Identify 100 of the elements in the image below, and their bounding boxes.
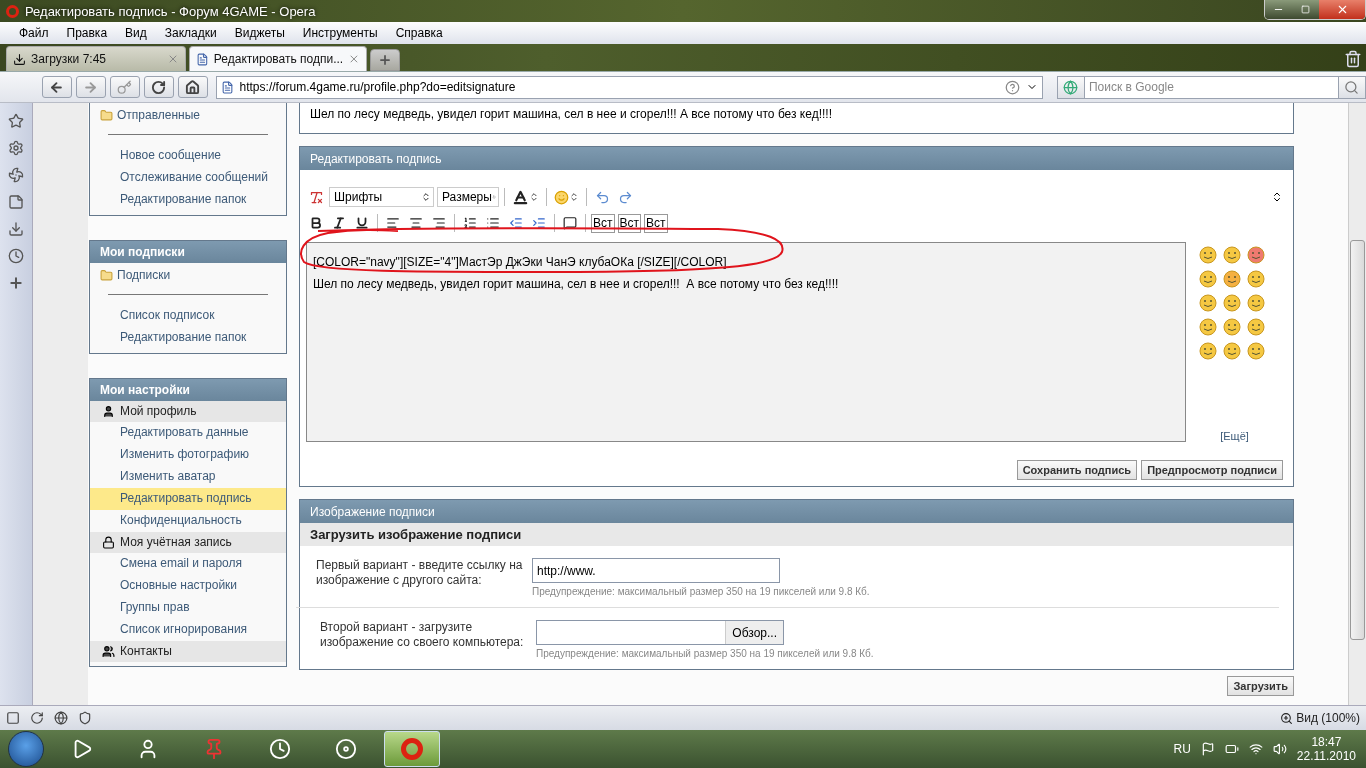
smiley-icon[interactable] [1246,246,1265,264]
smiley-icon[interactable] [1246,318,1265,336]
new-tab-button[interactable] [370,49,400,71]
updown-icon [529,192,539,202]
smiley-icon[interactable] [1222,270,1241,288]
maximize-icon [1301,5,1310,14]
bookmark-icon[interactable] [8,113,24,129]
globe-icon[interactable] [54,711,68,725]
smiley-icon[interactable] [1198,270,1217,288]
fan-icon[interactable] [8,167,24,183]
browser-tab[interactable]: Редактировать подпи... [189,46,367,71]
sidebar-link[interactable]: Список игнорирования [90,619,286,641]
smiley-icon[interactable] [1198,318,1217,336]
sidebar-link[interactable]: Редактирование папок [90,327,286,349]
help-icon[interactable] [1004,79,1020,95]
smiley-icon[interactable] [1222,318,1241,336]
sidebar-link[interactable]: Редактировать подпись [90,488,286,510]
size-select[interactable]: Размеры [437,187,499,207]
reload-button[interactable] [143,76,174,98]
browser-tab[interactable]: Загрузки 7:45 [6,46,186,71]
form-button[interactable]: Сохранить подпись [1016,460,1138,480]
page-icon [196,52,209,66]
smiley-icon[interactable] [1246,342,1265,360]
sidebar-link[interactable]: Смена email и пароля [90,553,286,575]
sidebar-link[interactable]: Основные настройки [90,575,286,597]
folder-link[interactable]: Отправленные [117,108,200,122]
folder-link[interactable]: Подписки [117,268,171,282]
maximize-button[interactable] [1292,0,1319,19]
smiley-icon[interactable] [1222,246,1241,264]
zoom-control[interactable]: Вид (100%) [1280,711,1360,725]
shield-icon[interactable] [78,711,92,725]
address-field[interactable]: https://forum.4game.ru/profile.php?do=editsignature [215,75,1043,99]
start-button[interactable] [8,731,44,767]
menu-item[interactable]: Вид [116,26,156,40]
upload-button[interactable]: Загрузить [1227,676,1294,696]
back-icon [49,79,65,95]
battery-icon[interactable] [1224,742,1239,756]
smiley-icon[interactable] [1198,294,1217,312]
resize-icon[interactable] [1271,191,1283,203]
indent-icon [532,216,546,230]
close-button[interactable] [1319,0,1365,19]
home-button[interactable] [177,76,208,98]
smiley-icon[interactable] [1246,270,1265,288]
sidebar-link[interactable]: Список подписок [90,305,286,327]
add-icon[interactable] [8,275,24,291]
back-button[interactable] [42,76,72,98]
search-button[interactable] [1338,75,1366,99]
sidebar-link[interactable]: Изменить фотографию [90,444,286,466]
minimize-button[interactable] [1265,0,1292,19]
align-left-icon [386,216,400,230]
window-title: Редактировать подпись - Форум 4GAME - Opera [25,3,317,19]
sidebar-link[interactable]: Конфиденциальность [90,510,286,532]
smiley-icon[interactable] [1198,342,1217,360]
volume-icon[interactable] [1272,742,1287,756]
sidebar-link[interactable]: Группы прав [90,597,286,619]
search-engine-button[interactable] [1056,75,1085,99]
sidebar-link[interactable]: Редактировать данные [90,422,286,444]
file-input[interactable]: Обзор... [536,620,784,645]
smiley-icon[interactable] [1222,294,1241,312]
font-select[interactable]: Шрифты [329,187,434,207]
sidebar-link[interactable]: Редактирование папок [90,189,286,211]
sidebar-link[interactable]: Новое сообщение [90,145,286,167]
language-indicator[interactable]: RU [1173,742,1191,756]
menu-item[interactable]: Файл [10,26,58,40]
more-smilies-link[interactable]: [Ещё] [1220,430,1249,442]
signature-input[interactable]: [COLOR="navy"][SIZE="4"]МастЭр ДжЭки ЧанЭ клубаОКа [/SIZE][/COLOR] Шел по лесу медведь, увидел горит машина, сел в нее и сгорел!!! А все потому что без кед!!!! [306,242,1186,442]
browse-button[interactable]: Обзор... [725,621,783,644]
menu-item[interactable]: Виджеты [225,26,294,40]
download-icon[interactable] [8,221,24,237]
text-color-icon [512,188,529,206]
clock-icon[interactable] [8,248,24,264]
menu-item[interactable]: Правка [57,26,117,40]
settings-icon[interactable] [8,140,24,156]
clock-display[interactable]: 18:47 22.11.2010 [1296,735,1356,763]
note-icon[interactable] [8,194,24,210]
url-input[interactable]: http://www. [532,558,780,583]
menu-item[interactable]: Инструменты [293,26,387,40]
menu-item[interactable]: Закладки [155,26,226,40]
flag-icon[interactable] [1200,742,1215,756]
panel-toggle-icon[interactable] [6,711,20,725]
sync-icon[interactable] [30,711,44,725]
search-field[interactable]: Поиск в Google [1084,75,1338,99]
smiley-icon[interactable] [1246,294,1265,312]
italic-icon [332,216,346,230]
sidebar-link[interactable]: Изменить аватар [90,466,286,488]
warning-text: Предупреждение: максимальный размер 350 на 19 пикселей или 9.8 Кб. [532,586,871,597]
smiley-icon[interactable] [1198,246,1217,264]
warning-text: Предупреждение: максимальный размер 350 на 19 пикселей или 9.8 Кб. [536,648,875,659]
sidebar-link[interactable]: Отслеживание сообщений [90,167,286,189]
bullet-list-icon [486,216,500,230]
smiley-icon[interactable] [1222,342,1241,360]
network-icon[interactable] [1248,742,1263,756]
folder-icon [100,268,113,282]
form-button[interactable]: Предпросмотр подписи [1141,460,1283,480]
scrollbar-thumb[interactable] [1350,240,1365,640]
menu-item[interactable]: Справка [386,26,452,40]
clock-icon [269,738,291,760]
close-tab-icon[interactable] [348,53,360,65]
opera-logo-icon [6,4,19,18]
taskbar-app[interactable] [384,731,440,767]
